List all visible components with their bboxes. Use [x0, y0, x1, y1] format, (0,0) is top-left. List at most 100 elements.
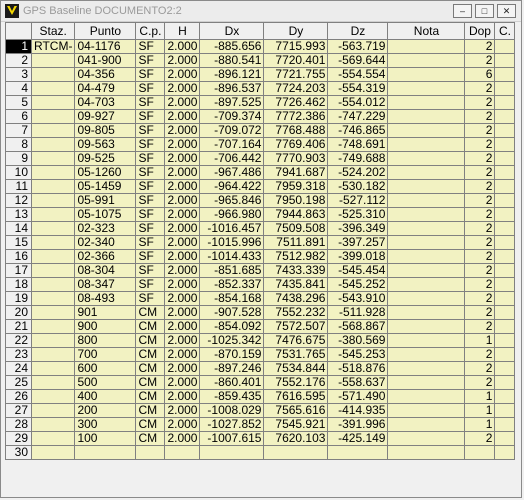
cell-h[interactable]: 2.000	[164, 403, 201, 418]
cell-dy[interactable]: 7552.176	[263, 375, 329, 390]
cell-dx[interactable]: -707.164	[199, 137, 265, 152]
cell-c[interactable]	[494, 333, 516, 348]
row-number-cell[interactable]: 17	[5, 263, 32, 278]
cell-cp[interactable]: SF	[135, 263, 166, 278]
cell-dx[interactable]: -1025.342	[199, 333, 265, 348]
row-number-cell[interactable]: 20	[5, 305, 32, 320]
cell-punto[interactable]: 08-493	[74, 291, 137, 306]
table-row[interactable]: 1 RTCM- 04-1176 SF 2.000 -885.656 7715.993 -563…	[5, 39, 516, 54]
cell-dy[interactable]: 7768.488	[263, 123, 329, 138]
cell-punto[interactable]: 04-356	[74, 67, 137, 82]
cell-dop[interactable]: 2	[464, 81, 496, 96]
cell-dop[interactable]: 2	[464, 95, 496, 110]
cell-c[interactable]	[494, 95, 516, 110]
row-number-cell[interactable]: 19	[5, 291, 32, 306]
cell-punto[interactable]: 05-1459	[74, 179, 137, 194]
cell-dop[interactable]: 2	[464, 39, 496, 54]
cell-dz[interactable]: -747.229	[327, 109, 389, 124]
table-row[interactable]: 21 900 CM 2.000 -854.092 7572.507 -568.867 2	[5, 319, 516, 334]
table-row[interactable]: 17 08-304 SF 2.000 -851.685 7433.339 -545.454 2	[5, 263, 516, 278]
cell-nota[interactable]	[387, 249, 466, 264]
cell-h[interactable]: 2.000	[164, 81, 201, 96]
cell-dop[interactable]: 2	[464, 193, 496, 208]
cell-cp[interactable]: SF	[135, 81, 166, 96]
cell-h[interactable]: 2.000	[164, 319, 201, 334]
cell-dop[interactable]: 1	[464, 389, 496, 404]
cell-dx[interactable]: -709.374	[199, 109, 265, 124]
cell-dy[interactable]: 7724.203	[263, 81, 329, 96]
cell-dy[interactable]: 7769.406	[263, 137, 329, 152]
row-number-cell[interactable]: 4	[5, 81, 32, 96]
cell-c[interactable]	[494, 221, 516, 236]
cell-dy[interactable]: 7438.296	[263, 291, 329, 306]
cell-punto[interactable]: 200	[74, 403, 137, 418]
column-header-dz[interactable]: Dz	[327, 22, 389, 40]
column-header-dx[interactable]: Dx	[199, 22, 265, 40]
cell-nota[interactable]	[387, 235, 466, 250]
cell-punto[interactable]: 05-991	[74, 193, 137, 208]
cell-cp[interactable]: SF	[135, 165, 166, 180]
cell-dop[interactable]: 2	[464, 207, 496, 222]
cell-c[interactable]	[494, 235, 516, 250]
cell-dz[interactable]: -568.867	[327, 319, 389, 334]
cell-punto[interactable]: 900	[74, 319, 137, 334]
cell-dz[interactable]: -746.865	[327, 123, 389, 138]
table-row[interactable]: 24 600 CM 2.000 -897.246 7534.844 -518.876 2	[5, 361, 516, 376]
table-row[interactable]: 18 08-347 SF 2.000 -852.337 7435.841 -545.252 2	[5, 277, 516, 292]
cell-dx[interactable]: -896.537	[199, 81, 265, 96]
cell-h[interactable]: 2.000	[164, 347, 201, 362]
cell-cp[interactable]: SF	[135, 277, 166, 292]
cell-dz[interactable]: -554.319	[327, 81, 389, 96]
cell-punto[interactable]: 04-479	[74, 81, 137, 96]
row-number-cell[interactable]: 27	[5, 403, 32, 418]
row-number-cell[interactable]: 18	[5, 277, 32, 292]
cell-dy[interactable]: 7534.844	[263, 361, 329, 376]
cell-cp[interactable]: CM	[135, 431, 166, 446]
row-number-cell[interactable]: 26	[5, 389, 32, 404]
row-number-cell[interactable]: 21	[5, 319, 32, 334]
cell-punto[interactable]: 05-1260	[74, 165, 137, 180]
cell-h[interactable]: 2.000	[164, 431, 201, 446]
cell-punto[interactable]: 500	[74, 375, 137, 390]
cell-dy[interactable]: 7616.595	[263, 389, 329, 404]
cell-h[interactable]: 2.000	[164, 95, 201, 110]
cell-c[interactable]	[494, 165, 516, 180]
cell-nota[interactable]	[387, 193, 466, 208]
column-header-row-number[interactable]	[5, 22, 32, 40]
cell-cp[interactable]: CM	[135, 319, 166, 334]
cell-punto[interactable]: 09-805	[74, 123, 137, 138]
table-row[interactable]: 29 100 CM 2.000 -1007.615 7620.103 -425.149 2	[5, 431, 516, 446]
cell-h[interactable]: 2.000	[164, 263, 201, 278]
cell-staz[interactable]	[30, 53, 76, 68]
cell-c[interactable]	[494, 291, 516, 306]
row-number-cell[interactable]: 11	[5, 179, 32, 194]
cell-c[interactable]	[494, 193, 516, 208]
cell-staz[interactable]	[30, 375, 76, 390]
cell-h[interactable]: 2.000	[164, 235, 201, 250]
cell-c[interactable]	[494, 361, 516, 376]
cell-dx[interactable]: -967.486	[199, 165, 265, 180]
cell-c[interactable]	[494, 137, 516, 152]
row-number-cell[interactable]: 23	[5, 347, 32, 362]
cell-staz[interactable]	[30, 305, 76, 320]
cell-dz[interactable]: -380.569	[327, 333, 389, 348]
cell-staz[interactable]	[30, 445, 76, 460]
cell-dz[interactable]: -571.490	[327, 389, 389, 404]
table-row[interactable]: 25 500 CM 2.000 -860.401 7552.176 -558.637 2	[5, 375, 516, 390]
cell-c[interactable]	[494, 67, 516, 82]
row-number-cell[interactable]: 16	[5, 249, 32, 264]
cell-h[interactable]: 2.000	[164, 277, 201, 292]
cell-staz[interactable]	[30, 347, 76, 362]
table-row[interactable]: 3 04-356 SF 2.000 -896.121 7721.755 -554.554 6	[5, 67, 516, 82]
row-number-cell[interactable]: 24	[5, 361, 32, 376]
cell-dz[interactable]: -425.149	[327, 431, 389, 446]
cell-dop[interactable]: 2	[464, 235, 496, 250]
cell-cp[interactable]: SF	[135, 53, 166, 68]
cell-dz[interactable]: -399.018	[327, 249, 389, 264]
cell-punto[interactable]: 02-366	[74, 249, 137, 264]
cell-dz[interactable]: -524.202	[327, 165, 389, 180]
cell-staz[interactable]	[30, 207, 76, 222]
cell-punto[interactable]: 400	[74, 389, 137, 404]
cell-punto[interactable]: 08-347	[74, 277, 137, 292]
cell-nota[interactable]	[387, 277, 466, 292]
